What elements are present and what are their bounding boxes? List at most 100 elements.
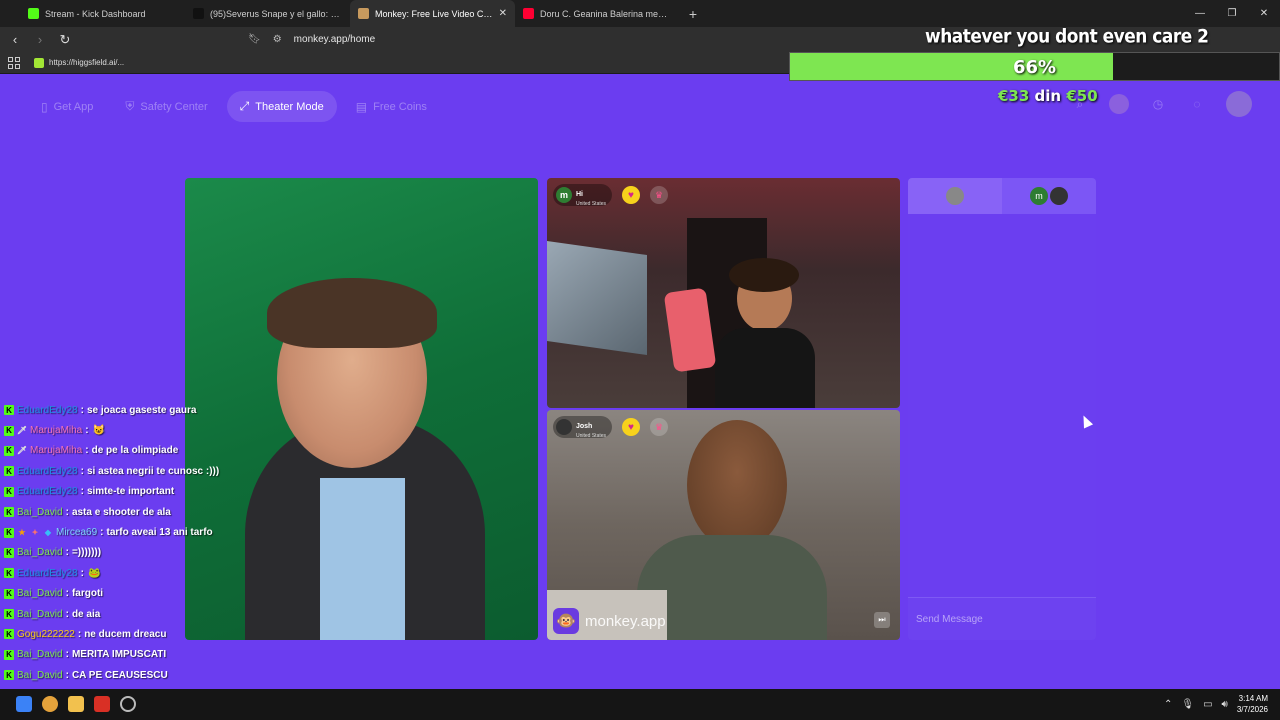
volume-icon[interactable]: 🔊︎ <box>1222 699 1228 710</box>
nav-get-app[interactable]: ▯ Get App <box>28 91 106 122</box>
kick-badge-icon: K <box>4 670 14 681</box>
chat-text: simte-te important <box>86 486 175 498</box>
chat-username[interactable]: MarujaMiha <box>30 425 82 436</box>
star-badge-icon: ★ <box>18 528 26 538</box>
reload-icon[interactable]: ↻ <box>55 30 75 50</box>
mic-icon[interactable]: 🎙︎ <box>1181 699 1194 710</box>
system-tray: ⌃ 🎙︎ ▭ 🔊︎ 3:14 AM 3/7/2026 <box>1164 693 1268 715</box>
messages-icon[interactable]: ◌ <box>1187 94 1207 114</box>
chat-separator: : <box>65 547 69 559</box>
chat-separator: : <box>65 649 69 661</box>
send-message-input[interactable]: Send Message <box>908 597 1096 640</box>
restore-icon[interactable]: ❐ <box>1216 0 1248 27</box>
chat-separator: : <box>77 628 82 640</box>
folder-icon[interactable] <box>68 696 84 712</box>
nav-theater-mode[interactable]: ⤢ Theater Mode <box>226 91 337 122</box>
chat-text: asta e shooter de ala <box>71 506 171 518</box>
obs-icon[interactable] <box>120 696 136 712</box>
chat-separator: : <box>85 425 89 437</box>
url-text: monkey.app/home <box>293 34 376 45</box>
skip-icon[interactable]: ⏭ <box>874 612 890 628</box>
browser-tab-bar: Stream - Kick Dashboard (95)Severus Snape… <box>0 0 1280 27</box>
clock-time: 3:14 AM <box>1238 694 1268 703</box>
browser-tab[interactable]: Doru C. Geanina Balerina mea (Video <box>515 0 680 27</box>
heart-icon[interactable]: ♥ <box>622 186 640 204</box>
chat-text: ne ducem dreacu <box>84 628 167 640</box>
profile-dot-icon[interactable] <box>1109 94 1129 114</box>
search-icon[interactable]: ⌕ <box>1070 94 1090 114</box>
stream-overlay-title: whatever you dont even care 2 <box>925 26 1209 48</box>
chat-username[interactable]: Gogu222222 <box>17 629 75 640</box>
bookmark-icon[interactable]: 🔖︎ <box>248 34 261 45</box>
peer1-name: Hi <box>576 191 583 198</box>
chat-tab-1[interactable] <box>908 178 1002 214</box>
chat-username[interactable]: EduardEdy28 <box>17 466 78 477</box>
close-window-icon[interactable]: ✕ <box>1248 0 1280 27</box>
heart-icon[interactable]: ♥ <box>622 418 640 436</box>
chat-separator: : <box>65 588 69 600</box>
chat-tab-2[interactable]: m <box>1002 178 1096 214</box>
browser-tab[interactable]: Monkey: Free Live Video Chat ✕ <box>350 0 515 27</box>
chat-avatar-m: m <box>1030 187 1048 205</box>
chat-text: de aia <box>71 608 101 620</box>
chat-message: K EduardEdy28 : si astea negrii te cunosc… <box>0 461 240 481</box>
apps-icon[interactable] <box>8 56 20 69</box>
bookmark-higgsfield[interactable]: https://higgsfield.ai/... <box>34 57 124 68</box>
chat-username[interactable]: EduardEdy28 <box>17 405 78 416</box>
higgsfield-icon <box>34 57 44 68</box>
chat-username[interactable]: Bai_David <box>17 507 63 518</box>
chat-separator: : <box>65 506 69 518</box>
back-icon[interactable]: ‹ <box>5 30 25 50</box>
peer-video-2: Josh United States ♥ ♛ 🐵 monkey.app ⏭ <box>547 410 900 640</box>
app-icon[interactable] <box>94 696 110 712</box>
avatar[interactable] <box>1226 91 1252 117</box>
minimize-icon[interactable]: — <box>1184 0 1216 27</box>
chat-username[interactable]: Bai_David <box>17 547 63 558</box>
chat-message: K 🗡︎ MarujaMiha : 😺 <box>0 420 240 440</box>
forward-icon[interactable]: › <box>30 30 50 50</box>
chat-username[interactable]: EduardEdy28 <box>17 568 78 579</box>
monkey-icon <box>358 8 369 19</box>
site-info-icon[interactable]: ⚙︎ <box>273 34 282 45</box>
browser-tab[interactable]: (95)Severus Snape y el gallo: Humor <box>185 0 350 27</box>
chat-emote-icon: 🐸 <box>88 567 101 579</box>
nav-free-coins[interactable]: ▤ Free Coins <box>343 91 440 122</box>
chat-username[interactable]: Mircea69 <box>56 527 97 538</box>
gift-icon[interactable]: ♛ <box>650 186 668 204</box>
windows-start-icon[interactable] <box>16 696 32 712</box>
nav-safety-center[interactable]: ⛨ Safety Center <box>112 91 220 122</box>
history-icon[interactable]: ◷ <box>1148 94 1168 114</box>
watermark-text: monkey.app <box>585 612 666 630</box>
chat-separator: : <box>85 445 89 457</box>
sub-badge-icon: ◆ <box>44 528 52 538</box>
chat-separator: : <box>80 567 84 579</box>
chrome-icon[interactable] <box>42 696 58 712</box>
chat-username[interactable]: Bai_David <box>17 609 63 620</box>
chat-username[interactable]: Bai_David <box>17 670 63 681</box>
tab-title: (95)Severus Snape y el gallo: Humor <box>210 8 342 19</box>
chat-username[interactable]: MarujaMiha <box>30 445 82 456</box>
chat-username[interactable]: Bai_David <box>17 588 63 599</box>
chat-message: K 🗡︎ MarujaMiha : de pe la olimpiade <box>0 441 240 461</box>
gift-badge-icon: ✦ <box>31 528 39 538</box>
tray-chevron-icon[interactable]: ⌃ <box>1164 699 1172 710</box>
chat-text: tarfo aveai 13 ani tarfo <box>106 527 213 539</box>
browser-tab[interactable]: Stream - Kick Dashboard <box>20 0 185 27</box>
chat-username[interactable]: EduardEdy28 <box>17 486 78 497</box>
chat-message: K Gogu222222 : ne ducem dreacu <box>0 624 240 644</box>
close-tab-icon[interactable]: ✕ <box>499 8 507 19</box>
network-icon[interactable]: ▭ <box>1203 699 1212 710</box>
gift-icon[interactable]: ♛ <box>650 418 668 436</box>
monkey-logo-icon: 🐵 <box>553 608 579 634</box>
chat-separator: : <box>80 465 84 477</box>
chat-message: K EduardEdy28 : se joaca gaseste gaura <box>0 400 240 420</box>
clock[interactable]: 3:14 AM 3/7/2026 <box>1237 693 1268 715</box>
kick-badge-icon: K <box>4 425 14 436</box>
peer2-country: United States <box>576 433 607 439</box>
new-tab-button[interactable]: + <box>680 0 706 27</box>
kick-badge-icon: K <box>4 527 14 538</box>
goal-current: €33 <box>998 87 1030 105</box>
chat-username[interactable]: Bai_David <box>17 649 63 660</box>
peer2-avatar <box>556 419 572 435</box>
url-field[interactable]: 🔖︎ ⚙︎ monkey.app/home <box>248 30 375 49</box>
